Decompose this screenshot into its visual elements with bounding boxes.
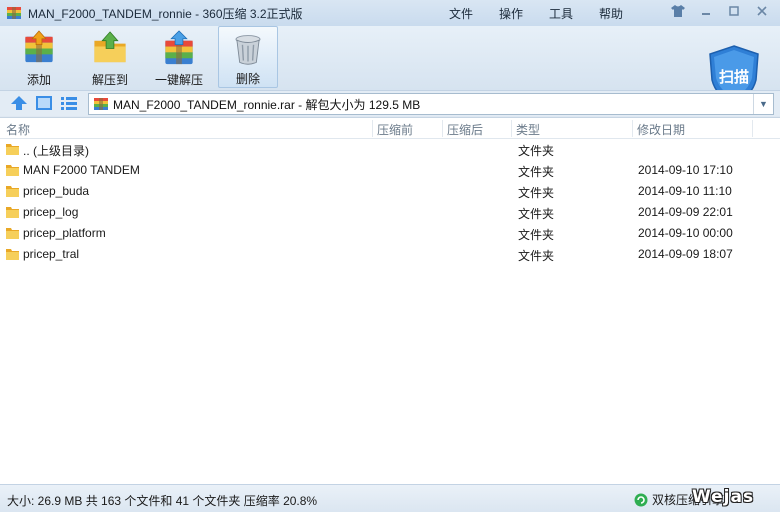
file-modified: 2014-09-10 17:10 bbox=[638, 163, 733, 177]
shirt-icon bbox=[671, 5, 685, 17]
file-name: .. (上级目录) bbox=[23, 144, 89, 158]
column-type[interactable]: 类型 bbox=[516, 121, 540, 138]
file-name: pricep_log bbox=[23, 205, 79, 219]
column-header: 名称 压缩前 压缩后 类型 修改日期 bbox=[0, 118, 780, 139]
add-button[interactable]: 添加 bbox=[14, 26, 64, 88]
folder-icon bbox=[6, 186, 19, 197]
file-modified: 2014-09-10 00:00 bbox=[638, 226, 733, 240]
delete-button[interactable]: 删除 bbox=[218, 26, 278, 88]
thumbnail-view-icon[interactable] bbox=[35, 95, 53, 111]
rar-archive-icon bbox=[94, 98, 108, 110]
menu-file[interactable]: 文件 bbox=[436, 5, 486, 22]
column-before[interactable]: 压缩前 bbox=[377, 121, 413, 138]
file-name: MAN F2000 TANDEM bbox=[23, 163, 140, 177]
app-icon bbox=[7, 7, 21, 19]
column-after[interactable]: 压缩后 bbox=[447, 121, 483, 138]
folder-icon bbox=[6, 165, 19, 176]
menu-operation[interactable]: 操作 bbox=[486, 5, 536, 22]
file-type: 文件夹 bbox=[518, 207, 555, 221]
file-modified: 2014-09-09 18:07 bbox=[638, 247, 733, 261]
title-bar: MAN_F2000_TANDEM_ronnie - 360压缩 3.2正式版 文… bbox=[0, 0, 780, 26]
column-name[interactable]: 名称 bbox=[6, 121, 30, 138]
table-row[interactable]: MAN F2000 TANDEM 文件夹 2014-09-10 17:10 bbox=[0, 160, 780, 181]
folder-icon bbox=[6, 207, 19, 218]
column-divider[interactable] bbox=[372, 120, 373, 137]
minimize-icon bbox=[702, 13, 710, 15]
one-click-extract-label: 一键解压 bbox=[154, 73, 203, 87]
file-type: 文件夹 bbox=[518, 165, 555, 179]
extract-to-button[interactable]: 解压到 bbox=[85, 26, 135, 88]
extract-to-label: 解压到 bbox=[91, 73, 128, 87]
table-row[interactable]: pricep_tral 文件夹 2014-09-09 18:07 bbox=[0, 244, 780, 265]
minimize-button[interactable] bbox=[694, 2, 718, 20]
watermark: Wejas bbox=[692, 487, 755, 507]
file-modified: 2014-09-10 11:10 bbox=[638, 184, 732, 198]
column-divider[interactable] bbox=[511, 120, 512, 137]
one-click-extract-icon bbox=[165, 30, 193, 65]
chevron-down-icon: ▼ bbox=[759, 99, 768, 109]
address-path: MAN_F2000_TANDEM_ronnie.rar - 解包大小为 129.… bbox=[113, 97, 421, 112]
one-click-extract-button[interactable]: 一键解压 bbox=[152, 26, 206, 88]
column-divider[interactable] bbox=[632, 120, 633, 137]
file-name: pricep_platform bbox=[23, 226, 106, 240]
add-archive-icon bbox=[25, 30, 53, 63]
up-arrow-icon[interactable] bbox=[10, 95, 28, 111]
address-dropdown-button[interactable]: ▼ bbox=[753, 94, 773, 114]
file-name: pricep_buda bbox=[23, 184, 90, 198]
file-name: pricep_tral bbox=[23, 247, 80, 261]
window-title: MAN_F2000_TANDEM_ronnie - 360压缩 3.2正式版 bbox=[28, 6, 303, 21]
column-divider[interactable] bbox=[442, 120, 443, 137]
file-type: 文件夹 bbox=[518, 144, 555, 158]
add-label: 添加 bbox=[26, 73, 51, 87]
status-summary: 大小: 26.9 MB 共 163 个文件和 41 个文件夹 压缩率 20.8% bbox=[7, 494, 318, 508]
folder-icon bbox=[6, 144, 19, 155]
window-controls bbox=[666, 2, 774, 20]
delete-label: 删除 bbox=[235, 72, 260, 86]
address-row: MAN_F2000_TANDEM_ronnie.rar - 解包大小为 129.… bbox=[0, 90, 780, 116]
address-bar[interactable]: MAN_F2000_TANDEM_ronnie.rar - 解包大小为 129.… bbox=[88, 93, 774, 115]
list-view-icon[interactable] bbox=[60, 95, 78, 111]
table-row[interactable]: pricep_buda 文件夹 2014-09-10 11:10 bbox=[0, 181, 780, 202]
menu-help[interactable]: 帮助 bbox=[586, 5, 636, 22]
file-modified: 2014-09-09 22:01 bbox=[638, 205, 733, 219]
table-row[interactable]: pricep_platform 文件夹 2014-09-10 00:00 bbox=[0, 223, 780, 244]
menu-tools[interactable]: 工具 bbox=[536, 5, 586, 22]
close-icon bbox=[757, 6, 767, 16]
close-button[interactable] bbox=[750, 2, 774, 20]
status-bar: 大小: 26.9 MB 共 163 个文件和 41 个文件夹 压缩率 20.8%… bbox=[0, 484, 780, 512]
file-list[interactable]: 名称 压缩前 压缩后 类型 修改日期 .. (上级目录) 文件夹 MAN F20… bbox=[0, 117, 780, 484]
table-row[interactable]: pricep_log 文件夹 2014-09-09 22:01 bbox=[0, 202, 780, 223]
file-type: 文件夹 bbox=[518, 249, 555, 263]
scan-label: 扫描 bbox=[718, 69, 749, 86]
engine-icon bbox=[634, 493, 648, 506]
extract-folder-icon bbox=[94, 31, 126, 63]
maximize-icon bbox=[729, 6, 739, 16]
column-divider[interactable] bbox=[752, 120, 753, 137]
table-row[interactable]: .. (上级目录) 文件夹 bbox=[0, 139, 780, 160]
maximize-button[interactable] bbox=[722, 2, 746, 20]
toolbar: 添加 解压到 一键解压 删除 扫描 bbox=[0, 26, 780, 105]
file-type: 文件夹 bbox=[518, 186, 555, 200]
file-type: 文件夹 bbox=[518, 228, 555, 242]
menu-bar: 文件 操作 工具 帮助 bbox=[436, 0, 636, 26]
folder-icon bbox=[6, 228, 19, 239]
trash-icon bbox=[235, 35, 261, 65]
skin-button[interactable] bbox=[666, 2, 690, 20]
folder-icon bbox=[6, 249, 19, 260]
column-modified[interactable]: 修改日期 bbox=[637, 121, 685, 138]
